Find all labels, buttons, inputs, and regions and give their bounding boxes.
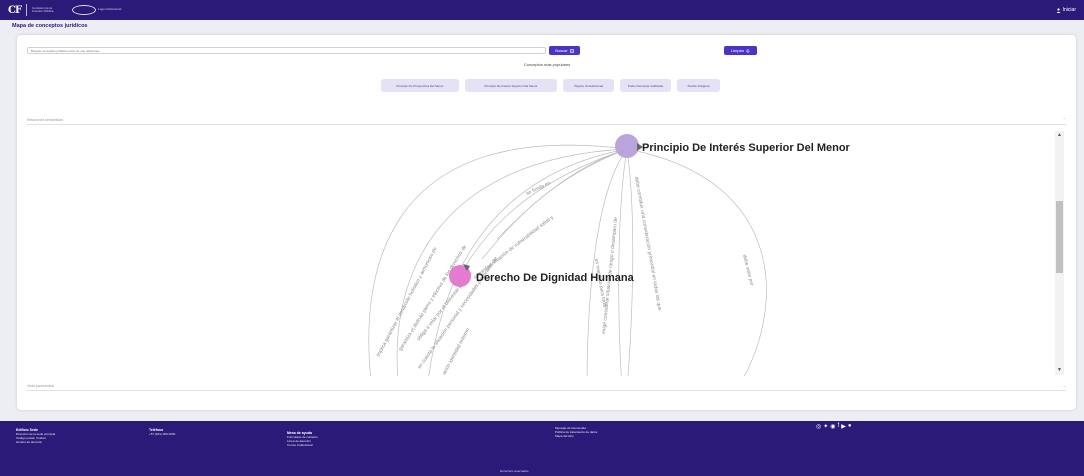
institution-logo[interactable]: CF bbox=[8, 5, 22, 16]
seal-icon bbox=[72, 5, 97, 15]
footer-phone: Teléfono +57 (601) 000 0000 bbox=[149, 428, 229, 436]
twitter-icon[interactable]: ✦ bbox=[823, 423, 828, 430]
secondary-logo-text: Logo institucional bbox=[98, 7, 122, 12]
footer-help-desk: Mesa de ayuda Formulario de contacto Lín… bbox=[287, 431, 377, 447]
footer-link[interactable]: Mapa del sitio bbox=[555, 434, 645, 438]
scroll-down-arrow-icon[interactable]: ▼ bbox=[1055, 366, 1064, 375]
logo-divider bbox=[26, 4, 28, 16]
graph-edge bbox=[496, 148, 628, 240]
popular-chip[interactable]: Pueblo Indígena bbox=[677, 79, 720, 92]
site-footer: Edificio Sede Dirección de la sede princ… bbox=[0, 421, 1084, 476]
popular-concepts-title: Conceptos más populares bbox=[523, 62, 571, 67]
concept-graph[interactable]: implica garantizar el desarrollo holísti… bbox=[27, 129, 1066, 376]
scrollbar-thumb[interactable] bbox=[1056, 201, 1063, 273]
footer-links: Mensaje de bienvenida Política de tratam… bbox=[555, 426, 645, 438]
semantic-relations-header[interactable]: Relaciones semánticas ⌃ bbox=[27, 115, 1066, 125]
footer-line: +57 (601) 000 0000 bbox=[149, 432, 176, 436]
graph-edge bbox=[481, 148, 628, 260]
search-icon bbox=[569, 48, 574, 53]
scroll-up-arrow-icon[interactable]: ▲ bbox=[1055, 131, 1064, 140]
node-label: Derecho De Dignidad Humana bbox=[476, 272, 635, 284]
graph-edge bbox=[396, 148, 628, 376]
overview-section-header[interactable]: Vista panorámica ⌄ bbox=[27, 381, 1066, 391]
overview-section-label: Vista panorámica bbox=[27, 383, 54, 388]
popular-chip[interactable]: Principio De Interés Superior Del Menor bbox=[465, 79, 557, 92]
semantic-relations-label: Relaciones semánticas bbox=[27, 117, 63, 122]
graph-scrollbar[interactable]: ▲ ▼ bbox=[1055, 131, 1064, 375]
user-icon bbox=[1056, 7, 1061, 13]
clear-button-label: Limpiar bbox=[730, 48, 745, 53]
popular-chip[interactable]: Principio De Prospectiva Del Menor bbox=[381, 79, 459, 92]
clear-button[interactable]: Limpiar bbox=[724, 46, 757, 55]
footer-address: Edificio Sede Dirección de la sede princ… bbox=[16, 428, 106, 444]
graph-edge bbox=[626, 148, 634, 376]
graph-edge bbox=[618, 148, 628, 376]
footer-link[interactable]: Correo institucional bbox=[287, 443, 377, 447]
secondary-logo[interactable]: Logo institucional bbox=[70, 5, 122, 15]
edge-label: debe velar por bbox=[741, 254, 755, 287]
facebook-icon[interactable]: f bbox=[838, 423, 840, 430]
login-link[interactable]: Iniciar bbox=[1056, 7, 1076, 13]
search-button[interactable]: Buscar bbox=[549, 46, 580, 55]
chevron-down-icon: ⌄ bbox=[1062, 383, 1066, 388]
instagram-icon[interactable]: ◎ bbox=[816, 423, 821, 430]
chat-icon[interactable]: ● bbox=[848, 423, 852, 430]
search-input[interactable] bbox=[27, 47, 546, 54]
node-label: Principio De Interés Superior Del Menor bbox=[642, 142, 851, 154]
page-title: Mapa de conceptos jurídicos bbox=[12, 23, 88, 29]
concept-map-card: Buscar Limpiar Conceptos más populares P… bbox=[17, 35, 1076, 410]
youtube-icon[interactable]: ▶ bbox=[841, 423, 846, 430]
search-button-label: Buscar bbox=[555, 48, 568, 53]
social-links: ◎ ✦ ◉ f ▶ ● bbox=[816, 423, 851, 430]
refresh-icon bbox=[746, 48, 750, 52]
copyright-text: Derechos reservados bbox=[500, 469, 529, 473]
popular-chip[interactable]: Órgano Jurisdiccional bbox=[563, 79, 614, 92]
institution-name: Comisión de la Función Pública bbox=[32, 5, 54, 13]
popular-chip[interactable]: Poder Personas Calificado bbox=[620, 79, 671, 92]
edge-label: seguridad situación de vulnerabilidad sa… bbox=[473, 214, 556, 280]
edge-label: se funda en bbox=[525, 180, 551, 197]
chevron-up-icon: ⌃ bbox=[1062, 117, 1066, 122]
top-navigation-bar: CF Comisión de la Función Pública Logo i… bbox=[0, 0, 1084, 20]
graph-node[interactable] bbox=[615, 134, 639, 158]
footer-line: Horario de atención bbox=[16, 440, 43, 444]
login-label: Iniciar bbox=[1062, 7, 1076, 13]
edge-label: debe constituir una consideración primor… bbox=[633, 176, 663, 311]
camera-icon[interactable]: ◉ bbox=[830, 423, 835, 430]
graph-edge bbox=[586, 148, 628, 376]
